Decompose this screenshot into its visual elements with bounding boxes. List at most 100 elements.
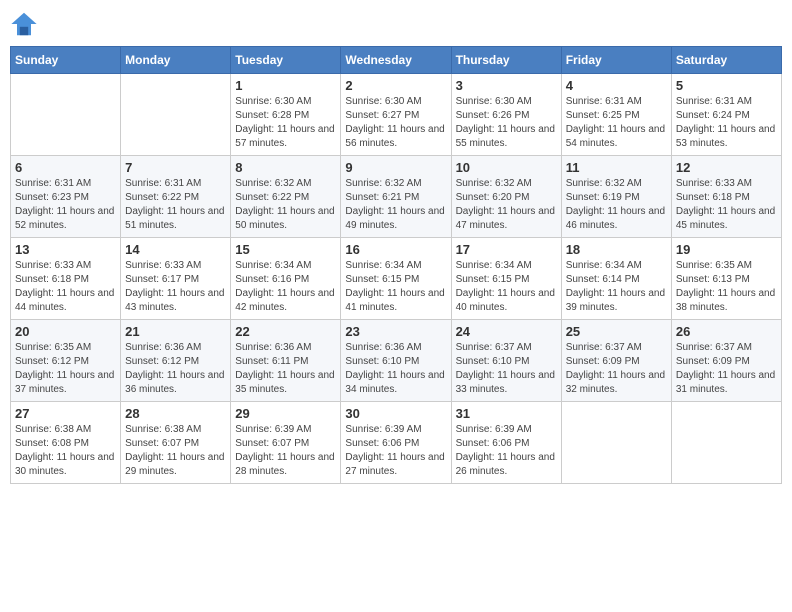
day-info: Sunrise: 6:33 AMSunset: 6:17 PMDaylight:… [125,259,226,315]
day-number: 22 [235,324,336,339]
day-number: 20 [15,324,116,339]
day-info: Sunrise: 6:36 AMSunset: 6:10 PMDaylight:… [345,341,446,397]
calendar-cell: 26 Sunrise: 6:37 AMSunset: 6:09 PMDayligh… [671,320,781,402]
calendar-cell: 23 Sunrise: 6:36 AMSunset: 6:10 PMDayligh… [341,320,451,402]
day-info: Sunrise: 6:38 AMSunset: 6:08 PMDaylight:… [15,423,116,479]
day-info: Sunrise: 6:34 AMSunset: 6:15 PMDaylight:… [456,259,557,315]
day-info: Sunrise: 6:34 AMSunset: 6:16 PMDaylight:… [235,259,336,315]
day-info: Sunrise: 6:32 AMSunset: 6:21 PMDaylight:… [345,177,446,233]
day-info: Sunrise: 6:32 AMSunset: 6:20 PMDaylight:… [456,177,557,233]
day-info: Sunrise: 6:34 AMSunset: 6:14 PMDaylight:… [566,259,667,315]
calendar-cell [561,402,671,484]
calendar-body: 1Sunrise: 6:30 AMSunset: 6:28 PMDaylight… [11,74,782,484]
week-row-5: 27 Sunrise: 6:38 AMSunset: 6:08 PMDayligh… [11,402,782,484]
weekday-thursday: Thursday [451,47,561,74]
day-info: Sunrise: 6:31 AMSunset: 6:22 PMDaylight:… [125,177,226,233]
day-number: 25 [566,324,667,339]
day-info: Sunrise: 6:31 AMSunset: 6:23 PMDaylight:… [15,177,116,233]
day-number: 6 [15,160,116,175]
logo-icon [10,10,38,38]
day-info: Sunrise: 6:39 AMSunset: 6:06 PMDaylight:… [456,423,557,479]
calendar-cell: 30 Sunrise: 6:39 AMSunset: 6:06 PMDayligh… [341,402,451,484]
day-number: 8 [235,160,336,175]
calendar-cell: 14 Sunrise: 6:33 AMSunset: 6:17 PMDayligh… [121,238,231,320]
calendar-cell: 11 Sunrise: 6:32 AMSunset: 6:19 PMDayligh… [561,156,671,238]
day-number: 24 [456,324,557,339]
calendar-cell: 12Sunrise: 6:33 AMSunset: 6:18 PMDayligh… [671,156,781,238]
calendar-cell: 7 Sunrise: 6:31 AMSunset: 6:22 PMDaylight… [121,156,231,238]
day-info: Sunrise: 6:32 AMSunset: 6:19 PMDaylight:… [566,177,667,233]
day-info: Sunrise: 6:39 AMSunset: 6:07 PMDaylight:… [235,423,336,479]
calendar-cell: 2 Sunrise: 6:30 AMSunset: 6:27 PMDaylight… [341,74,451,156]
day-number: 12 [676,160,777,175]
calendar-cell: 1Sunrise: 6:30 AMSunset: 6:28 PMDaylight… [231,74,341,156]
week-row-3: 13Sunrise: 6:33 AMSunset: 6:18 PMDayligh… [11,238,782,320]
weekday-sunday: Sunday [11,47,121,74]
day-number: 7 [125,160,226,175]
calendar-cell: 25Sunrise: 6:37 AMSunset: 6:09 PMDayligh… [561,320,671,402]
week-row-2: 6 Sunrise: 6:31 AMSunset: 6:23 PMDaylight… [11,156,782,238]
calendar-cell: 21Sunrise: 6:36 AMSunset: 6:12 PMDayligh… [121,320,231,402]
page-header [10,10,782,38]
day-info: Sunrise: 6:39 AMSunset: 6:06 PMDaylight:… [345,423,446,479]
calendar-cell: 9 Sunrise: 6:32 AMSunset: 6:21 PMDaylight… [341,156,451,238]
day-number: 26 [676,324,777,339]
weekday-tuesday: Tuesday [231,47,341,74]
day-number: 1 [235,78,336,93]
day-info: Sunrise: 6:30 AMSunset: 6:27 PMDaylight:… [345,95,446,151]
day-info: Sunrise: 6:35 AMSunset: 6:13 PMDaylight:… [676,259,777,315]
day-number: 3 [456,78,557,93]
calendar-cell [121,74,231,156]
day-number: 23 [345,324,446,339]
calendar-cell: 29Sunrise: 6:39 AMSunset: 6:07 PMDayligh… [231,402,341,484]
day-number: 13 [15,242,116,257]
weekday-header-row: SundayMondayTuesdayWednesdayThursdayFrid… [11,47,782,74]
day-number: 16 [345,242,446,257]
day-info: Sunrise: 6:35 AMSunset: 6:12 PMDaylight:… [15,341,116,397]
calendar-cell: 6 Sunrise: 6:31 AMSunset: 6:23 PMDaylight… [11,156,121,238]
day-info: Sunrise: 6:38 AMSunset: 6:07 PMDaylight:… [125,423,226,479]
day-info: Sunrise: 6:34 AMSunset: 6:15 PMDaylight:… [345,259,446,315]
day-number: 30 [345,406,446,421]
calendar-cell: 3 Sunrise: 6:30 AMSunset: 6:26 PMDaylight… [451,74,561,156]
day-info: Sunrise: 6:37 AMSunset: 6:10 PMDaylight:… [456,341,557,397]
calendar-cell: 4 Sunrise: 6:31 AMSunset: 6:25 PMDaylight… [561,74,671,156]
day-info: Sunrise: 6:31 AMSunset: 6:24 PMDaylight:… [676,95,777,151]
calendar-cell: 16 Sunrise: 6:34 AMSunset: 6:15 PMDayligh… [341,238,451,320]
day-info: Sunrise: 6:37 AMSunset: 6:09 PMDaylight:… [676,341,777,397]
day-info: Sunrise: 6:36 AMSunset: 6:11 PMDaylight:… [235,341,336,397]
calendar-cell: 28Sunrise: 6:38 AMSunset: 6:07 PMDayligh… [121,402,231,484]
day-number: 14 [125,242,226,257]
calendar-cell: 8Sunrise: 6:32 AMSunset: 6:22 PMDaylight… [231,156,341,238]
weekday-saturday: Saturday [671,47,781,74]
calendar-cell: 5 Sunrise: 6:31 AMSunset: 6:24 PMDaylight… [671,74,781,156]
day-number: 2 [345,78,446,93]
logo [10,10,42,38]
calendar-cell: 13Sunrise: 6:33 AMSunset: 6:18 PMDayligh… [11,238,121,320]
day-number: 18 [566,242,667,257]
calendar-cell: 27 Sunrise: 6:38 AMSunset: 6:08 PMDayligh… [11,402,121,484]
calendar-table: SundayMondayTuesdayWednesdayThursdayFrid… [10,46,782,484]
week-row-4: 20 Sunrise: 6:35 AMSunset: 6:12 PMDayligh… [11,320,782,402]
calendar-cell: 19 Sunrise: 6:35 AMSunset: 6:13 PMDayligh… [671,238,781,320]
day-number: 17 [456,242,557,257]
day-number: 5 [676,78,777,93]
calendar-cell: 15Sunrise: 6:34 AMSunset: 6:16 PMDayligh… [231,238,341,320]
calendar-cell [671,402,781,484]
day-number: 27 [15,406,116,421]
day-number: 9 [345,160,446,175]
day-info: Sunrise: 6:30 AMSunset: 6:26 PMDaylight:… [456,95,557,151]
day-number: 19 [676,242,777,257]
day-info: Sunrise: 6:36 AMSunset: 6:12 PMDaylight:… [125,341,226,397]
week-row-1: 1Sunrise: 6:30 AMSunset: 6:28 PMDaylight… [11,74,782,156]
calendar-cell: 17 Sunrise: 6:34 AMSunset: 6:15 PMDayligh… [451,238,561,320]
day-number: 31 [456,406,557,421]
weekday-monday: Monday [121,47,231,74]
calendar-cell: 24 Sunrise: 6:37 AMSunset: 6:10 PMDayligh… [451,320,561,402]
calendar-cell: 10Sunrise: 6:32 AMSunset: 6:20 PMDayligh… [451,156,561,238]
day-number: 4 [566,78,667,93]
calendar-cell: 18 Sunrise: 6:34 AMSunset: 6:14 PMDayligh… [561,238,671,320]
weekday-friday: Friday [561,47,671,74]
day-info: Sunrise: 6:31 AMSunset: 6:25 PMDaylight:… [566,95,667,151]
day-number: 11 [566,160,667,175]
